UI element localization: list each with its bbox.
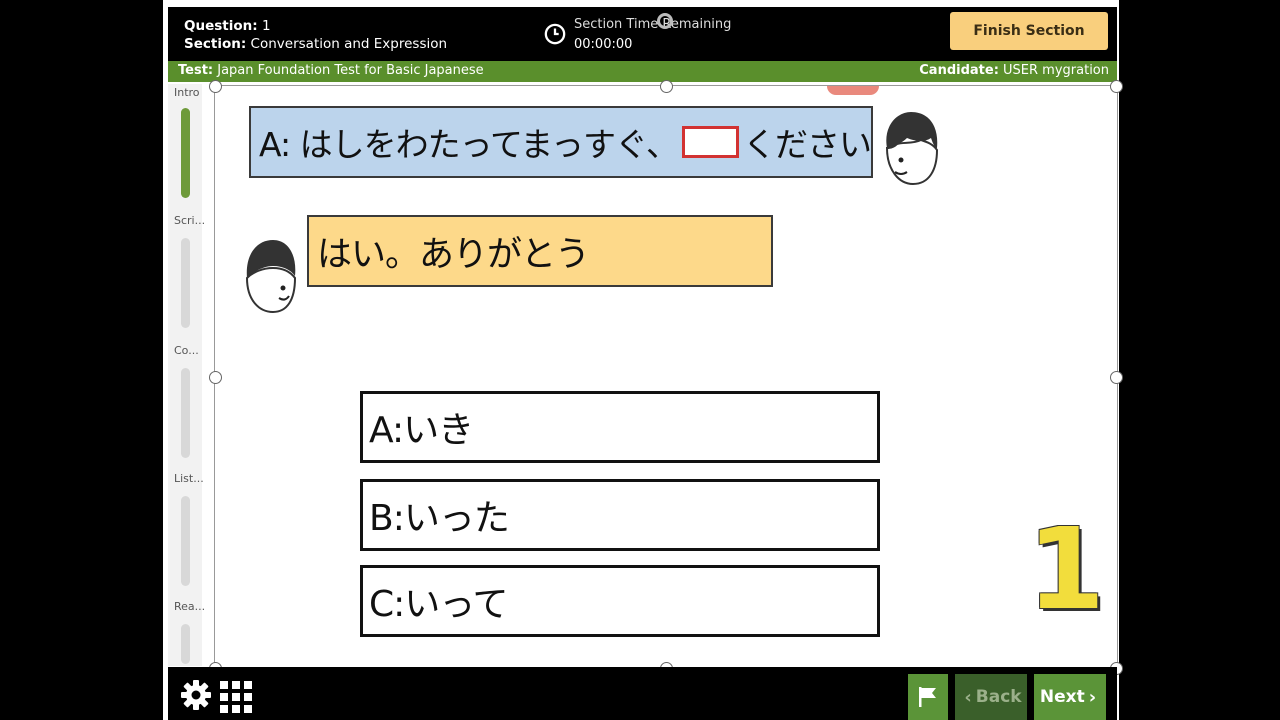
section-progress-bar <box>181 496 190 586</box>
resize-handle[interactable] <box>1110 80 1123 93</box>
decorative-shape <box>827 86 879 95</box>
question-label: Question: <box>184 18 258 34</box>
section-progress-bar <box>181 238 190 328</box>
sidebar-item-script[interactable]: Scri... <box>168 212 204 332</box>
flag-question-button[interactable] <box>908 674 948 720</box>
chevron-left-icon: ‹ <box>964 686 972 708</box>
sidebar-item-reading[interactable]: Rea... <box>168 598 204 666</box>
answer-option-a[interactable]: A:いき <box>360 391 880 463</box>
section-label: Section: <box>184 36 247 52</box>
candidate-label: Candidate: <box>919 63 999 78</box>
next-button[interactable]: Next › <box>1034 674 1106 720</box>
sidebar-item-conversation[interactable]: Co... <box>168 342 202 462</box>
next-label: Next <box>1039 687 1085 707</box>
test-info-bar: Test: Japan Foundation Test for Basic Ja… <box>168 61 1117 82</box>
speaker-b-face-icon <box>245 240 297 314</box>
answer-option-c[interactable]: C:いって <box>360 565 880 637</box>
sidebar-item-label: Scri... <box>174 214 204 227</box>
reply-box: はい。ありがとう <box>307 215 773 287</box>
candidate-info: Candidate: USER mygration <box>919 63 1109 78</box>
option-label: C:いって <box>369 584 508 625</box>
test-info: Test: Japan Foundation Test for Basic Ja… <box>178 63 484 78</box>
section-progress-bar <box>181 624 190 664</box>
test-label: Test: <box>178 63 214 78</box>
candidate-name: USER mygration <box>1003 63 1109 78</box>
answer-option-b[interactable]: B:いった <box>360 479 880 551</box>
sidebar-item-intro[interactable]: Intro <box>168 84 202 204</box>
section-progress-bar <box>181 368 190 458</box>
timer-value: 00:00:00 <box>574 37 633 52</box>
section-sidebar: Intro Scri... Co... List... Rea... <box>168 84 204 666</box>
sidebar-item-label: Co... <box>174 344 199 357</box>
chevron-right-icon: › <box>1088 686 1097 708</box>
option-label: A:いき <box>369 410 474 451</box>
bottom-navigation-bar: ‹ Back Next › <box>168 667 1117 720</box>
back-button[interactable]: ‹ Back <box>955 674 1027 720</box>
reply-text: はい。ありがとう <box>317 234 590 275</box>
sidebar-item-label: Rea... <box>174 600 204 613</box>
grid-menu-icon[interactable] <box>220 681 252 713</box>
question-number-graphic: 1 <box>1027 505 1105 635</box>
question-info: Question: 1 Section: Conversation and Ex… <box>184 17 447 53</box>
flag-icon <box>919 687 936 707</box>
timer-label: Section Time Remaining <box>574 17 732 32</box>
section-timer: Section Time Remaining 00:00:00 <box>542 17 731 57</box>
section-progress-bar <box>181 108 190 198</box>
back-label: Back <box>975 687 1022 707</box>
resize-handle[interactable] <box>660 80 673 93</box>
prompt-text-before: A: はしをわたってまっすぐ、 <box>259 125 679 164</box>
resize-handle[interactable] <box>1110 371 1123 384</box>
prompt-text-after: ください <box>743 125 872 164</box>
settings-gear-icon[interactable] <box>180 679 212 711</box>
question-content-area: A: はしをわたってまっすぐ、 ください はい。ありがとう A:いき B:いった… <box>209 80 1123 675</box>
top-header-bar: Question: 1 Section: Conversation and Ex… <box>168 7 1117 61</box>
question-prompt-box: A: はしをわたってまっすぐ、 ください <box>249 106 873 178</box>
answer-blank <box>682 126 739 158</box>
question-number: 1 <box>261 18 271 34</box>
sidebar-item-label: Intro <box>174 86 200 99</box>
section-name: Conversation and Expression <box>250 36 448 52</box>
finish-section-button[interactable]: Finish Section <box>950 12 1108 50</box>
option-label: B:いった <box>369 498 510 539</box>
sidebar-item-listening[interactable]: List... <box>168 470 204 590</box>
resize-handle[interactable] <box>209 80 222 93</box>
test-name: Japan Foundation Test for Basic Japanese <box>217 63 484 78</box>
speaker-a-face-icon <box>885 112 939 186</box>
sidebar-item-label: List... <box>174 472 204 485</box>
clock-icon <box>544 23 566 45</box>
mouse-cursor-indicator <box>657 13 673 29</box>
resize-handle[interactable] <box>209 371 222 384</box>
